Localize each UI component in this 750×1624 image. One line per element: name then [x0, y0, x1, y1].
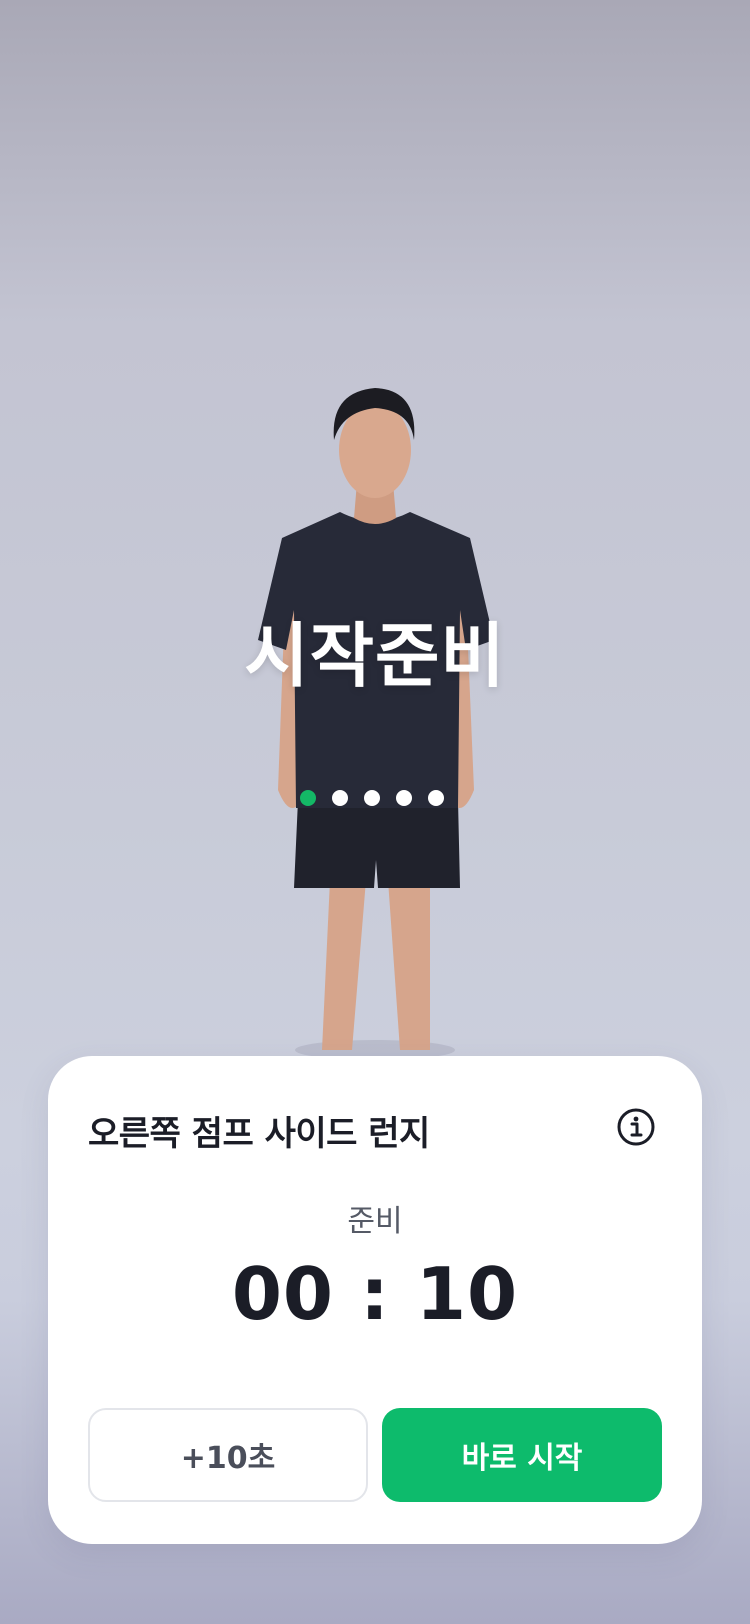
prepare-title: 시작준비 — [244, 615, 506, 697]
countdown-timer: 00 : 10 — [231, 1252, 519, 1336]
start-now-button[interactable]: 바로 시작 — [382, 1408, 662, 1502]
start-now-label: 바로 시작 — [461, 1441, 583, 1476]
add-10-seconds-button[interactable]: +10초 — [88, 1408, 368, 1502]
page-indicator — [300, 790, 444, 810]
page-dot-2 — [332, 790, 348, 806]
page-dot-5 — [428, 790, 444, 806]
page-dot-3 — [364, 790, 380, 806]
page-dot-4 — [396, 790, 412, 806]
exercise-card: 오른쪽 점프 사이드 런지 준비 00 : 10 +10초 바로 시작 — [48, 1056, 702, 1544]
exercise-name: 오른쪽 점프 사이드 런지 — [88, 1114, 430, 1154]
page-dot-1 — [300, 790, 316, 806]
add-10-seconds-label: +10초 — [180, 1441, 276, 1476]
phase-label: 준비 — [347, 1204, 403, 1239]
info-icon[interactable] — [616, 1107, 656, 1147]
